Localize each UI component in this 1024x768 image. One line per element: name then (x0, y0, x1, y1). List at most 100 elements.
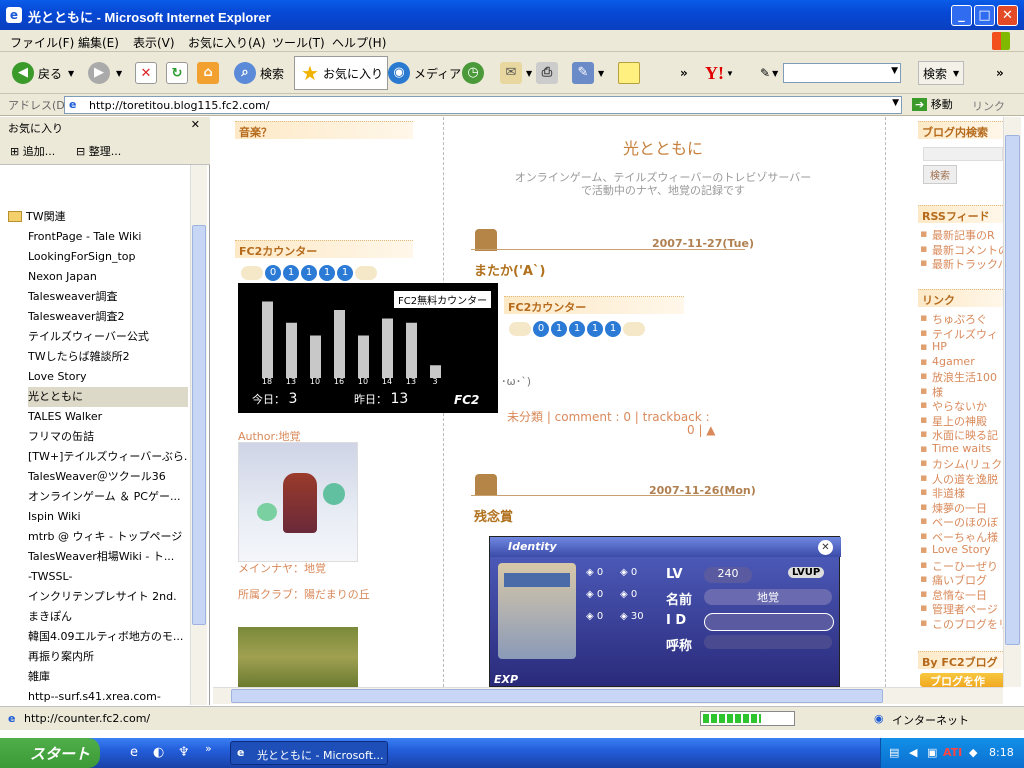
sidebar-link[interactable]: ▪ 様 (920, 384, 1003, 399)
sidebar-link[interactable]: ▪ Love Story (920, 543, 1003, 558)
menu-help[interactable]: ヘルプ(H) (332, 34, 386, 51)
volume-icon[interactable]: ◆ (969, 746, 977, 759)
sidebar-link[interactable]: ▪ 非道様 (920, 485, 1003, 500)
blog-title[interactable]: 光とともに (443, 135, 883, 159)
forward-button[interactable]: ▶ ▼ (88, 61, 122, 85)
favorite-item[interactable]: Nexon Japan (28, 267, 188, 287)
sidebar-link[interactable]: ▪ 水面に映る記 (920, 427, 1003, 442)
sidebar-link[interactable]: ▪ 痛いブログ (920, 572, 1003, 587)
close-button[interactable]: ✕ (997, 5, 1018, 26)
sidebar-link[interactable]: ▪ 最新記事のR (920, 227, 1003, 242)
blog-search-button[interactable]: 検索 (923, 165, 957, 184)
search-button[interactable]: ⌕ 検索 (234, 61, 284, 85)
sidebar-link[interactable]: ▪ やらないか (920, 398, 1003, 413)
menu-edit[interactable]: 編集(E) (78, 34, 119, 51)
post1-footer[interactable]: 未分類 | comment : 0 | trackback : (507, 408, 710, 425)
menu-file[interactable]: ファイル(F) (10, 34, 74, 51)
favorite-item[interactable]: -TWSSL- (28, 567, 188, 587)
sidebar-link[interactable]: ▪ 怠惰な一日 (920, 587, 1003, 602)
sidebar-link[interactable]: ▪ ベーちゃん様 (920, 529, 1003, 544)
favorite-item[interactable]: 雑庫 (28, 667, 188, 687)
post1-footer-2[interactable]: 0 | ▲ (687, 423, 716, 437)
favorite-item[interactable]: テイルズウィーバー公式 (28, 327, 188, 347)
history-button[interactable]: ◷ (462, 61, 484, 85)
close-icon[interactable]: ✕ (191, 118, 200, 131)
favorite-item[interactable]: 韓国4.09エルティボ地方のモ... (28, 627, 188, 647)
minimize-button[interactable]: _ (951, 5, 972, 26)
sidebar-link[interactable]: ▪ 4gamer (920, 355, 1003, 370)
edit-button[interactable]: ✎ ▼ (572, 61, 604, 85)
refresh-button[interactable]: ↻ (166, 61, 188, 85)
mail-button[interactable]: ✉ ▼ (500, 61, 532, 85)
sidebar-link[interactable]: ▪ 最新トラックバ (920, 256, 1003, 271)
home-button[interactable]: ⌂ (197, 61, 219, 85)
sidebar-link[interactable]: ▪ 管理者ページ (920, 601, 1003, 616)
counter-popup[interactable]: FC2無料カウンター 18 13 10 16 10 14 13 3 今日： 3 昨日： 13 … (238, 283, 498, 413)
favorite-item[interactable]: FrontPage - Tale Wiki (28, 227, 188, 247)
favorite-item[interactable]: Talesweaver調査2 (28, 307, 188, 327)
organize-favorites-button[interactable]: ⊟ 整理... (76, 143, 121, 159)
taskbar-item-ie[interactable]: e 光とともに - Microsoft... (230, 741, 388, 765)
menu-favorites[interactable]: お気に入り(A) (188, 34, 266, 51)
favorite-item[interactable]: Love Story (28, 367, 188, 387)
post1-title[interactable]: またか('A`) (474, 260, 545, 279)
quicklaunch-icon[interactable]: ◐ (153, 745, 164, 760)
yahoo-search-button[interactable]: 検索 ▼ (918, 61, 965, 85)
blog-search-input[interactable] (923, 147, 1003, 161)
favorite-item[interactable]: TalesWeaver相場Wiki - ト... (28, 547, 188, 567)
address-input[interactable]: e http://toretitou.blog115.fc2.com/ ▼ (64, 96, 902, 114)
favorite-item[interactable]: TalesWeaver＠ツクール36 (28, 467, 188, 487)
chevron-down-icon[interactable]: ▼ (892, 98, 899, 108)
add-favorite-button[interactable]: ⊞ 追加... (10, 143, 55, 159)
quicklaunch-chevron[interactable]: » (205, 742, 212, 755)
scroll-thumb[interactable] (231, 689, 883, 703)
yahoo-search-input[interactable]: ▼ (783, 63, 901, 83)
favorite-item[interactable]: TWしたらば雑談所2 (28, 347, 188, 367)
scroll-thumb[interactable] (1005, 135, 1020, 645)
sidebar-link[interactable]: ▪ Time waits (920, 442, 1003, 457)
favorite-item[interactable]: LookingForSign_top (28, 247, 188, 267)
links-button[interactable]: リンク (972, 98, 1005, 114)
sidebar-link[interactable]: ▪ テイルズウィ (920, 326, 1003, 341)
sidebar-link[interactable]: ▪ 煉夢の一日 (920, 500, 1003, 515)
sidebar-link[interactable]: ▪ 人の道を逸脱 (920, 471, 1003, 486)
tray-icon[interactable]: ◀ (909, 746, 917, 759)
sidebar-link[interactable]: ▪ ベーのほのぼ (920, 514, 1003, 529)
favorite-item[interactable]: 再振り案内所 (28, 647, 188, 667)
sidebar-link[interactable]: ▪このブログをリン (920, 616, 1003, 631)
page-horizontal-scrollbar[interactable] (213, 687, 1003, 704)
menu-view[interactable]: 表示(V) (133, 34, 175, 51)
favorite-item[interactable]: インクリテンプレサイト 2nd. (28, 587, 188, 607)
favorite-item[interactable]: TALES Walker (28, 407, 188, 427)
title-bar[interactable]: e 光とともに - Microsoft Internet Explorer _ … (0, 0, 1024, 30)
favorite-item[interactable]: http--surf.s41.xrea.com- (28, 687, 188, 707)
scroll-thumb[interactable] (192, 225, 206, 625)
favorite-item[interactable]: Talesweaver調査 (28, 287, 188, 307)
sidebar-link[interactable]: ▪ カシム(リュク (920, 456, 1003, 471)
favorite-item[interactable]: [TW+]テイルズウィーバーぶら... (28, 447, 188, 467)
tray-icon[interactable]: ▣ (927, 746, 937, 759)
quicklaunch-ie-icon[interactable]: e (130, 745, 138, 760)
yahoo-button[interactable]: Y! ▼ (705, 61, 734, 85)
sidebar-link[interactable]: ▪ 星上の神殿 (920, 413, 1003, 428)
create-blog-button[interactable]: ブログを作る (920, 673, 1003, 687)
favorite-item[interactable]: mtrb @ ウィキ - トップページ (28, 527, 188, 547)
back-button[interactable]: ◀ 戻る ▼ (12, 61, 74, 85)
quicklaunch-icon[interactable]: ♆ (178, 745, 190, 760)
post2-title[interactable]: 残念賞 (474, 506, 513, 525)
stop-button[interactable]: ✕ (135, 61, 157, 85)
sidebar-link[interactable]: ▪ 放浪生活100 (920, 369, 1003, 384)
ati-icon[interactable]: ATI (943, 746, 962, 759)
maximize-button[interactable]: □ (974, 5, 995, 26)
favorite-item[interactable]: オンラインゲーム ＆ PCゲー... (28, 487, 188, 507)
sidebar-link[interactable]: ▪ 最新コメントの (920, 242, 1003, 257)
media-button[interactable]: ◉ メディア (388, 61, 461, 85)
note-button[interactable] (618, 61, 640, 85)
clock[interactable]: 8:18 (989, 746, 1014, 759)
favorites-button[interactable]: ★ お気に入り (294, 56, 389, 90)
highlight-button[interactable]: ✎ ▼ (760, 61, 778, 85)
favorite-item[interactable]: Ispin Wiki (28, 507, 188, 527)
favorite-item[interactable]: フリマの缶詰 (28, 427, 188, 447)
start-button[interactable]: スタート (0, 738, 100, 768)
sidebar-link[interactable]: ▪ こーひーぜり (920, 558, 1003, 573)
